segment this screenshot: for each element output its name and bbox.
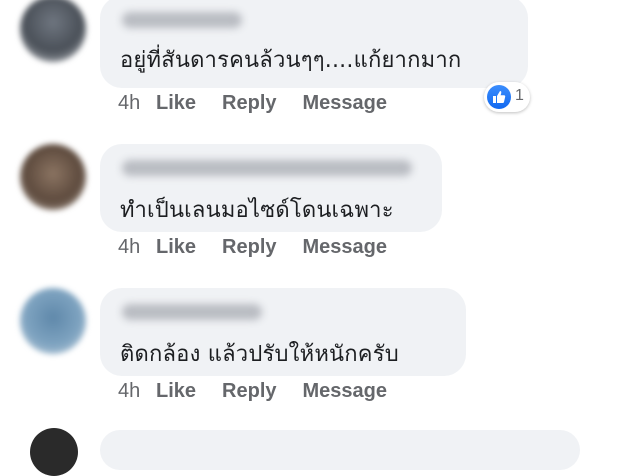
comment-actions: 4h Like Reply Message bbox=[118, 236, 413, 259]
avatar[interactable] bbox=[20, 288, 86, 354]
comment-text: ติดกล้อง แล้วปรับให้หนักครับ bbox=[120, 342, 399, 367]
like-button[interactable]: Like bbox=[156, 92, 196, 115]
comment-actions: 4h Like Reply Message bbox=[118, 92, 413, 115]
author-name-blurred[interactable] bbox=[122, 304, 262, 320]
reaction-count: 1 bbox=[515, 87, 524, 104]
message-button[interactable]: Message bbox=[303, 380, 388, 403]
comment-bubble: อยู่ที่สันดารคนล้วนๆๆ....แก้ยากมาก bbox=[100, 0, 528, 88]
like-icon bbox=[487, 85, 511, 109]
comment-bubble bbox=[100, 430, 580, 470]
reply-button[interactable]: Reply bbox=[222, 92, 276, 115]
comment-text: ทำเป็นเลนมอไซด์โดนเฉพาะ bbox=[120, 198, 394, 223]
reaction-summary[interactable]: 1 bbox=[484, 82, 530, 112]
comment-actions: 4h Like Reply Message bbox=[118, 380, 413, 403]
like-button[interactable]: Like bbox=[156, 236, 196, 259]
avatar[interactable] bbox=[20, 144, 86, 210]
comment-bubble: ทำเป็นเลนมอไซด์โดนเฉพาะ bbox=[100, 144, 442, 232]
message-button[interactable]: Message bbox=[303, 236, 388, 259]
comment-timestamp[interactable]: 4h bbox=[118, 236, 156, 259]
comment-timestamp[interactable]: 4h bbox=[118, 92, 156, 115]
avatar[interactable] bbox=[20, 0, 86, 62]
like-button[interactable]: Like bbox=[156, 380, 196, 403]
comment-timestamp[interactable]: 4h bbox=[118, 380, 156, 403]
reply-button[interactable]: Reply bbox=[222, 380, 276, 403]
author-name-blurred[interactable] bbox=[122, 160, 412, 176]
message-button[interactable]: Message bbox=[303, 92, 388, 115]
comment-text: อยู่ที่สันดารคนล้วนๆๆ....แก้ยากมาก bbox=[120, 48, 462, 73]
comment-bubble: ติดกล้อง แล้วปรับให้หนักครับ bbox=[100, 288, 466, 376]
reply-button[interactable]: Reply bbox=[222, 236, 276, 259]
avatar[interactable] bbox=[30, 428, 78, 476]
author-name-blurred[interactable] bbox=[122, 12, 242, 28]
